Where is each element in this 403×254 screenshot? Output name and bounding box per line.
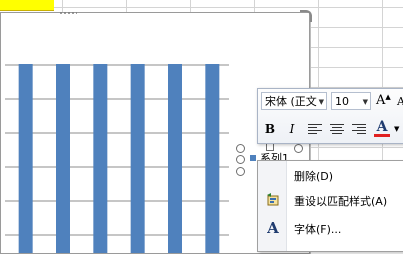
font-color-button[interactable]: A — [374, 119, 390, 139]
font-color-icon: A — [376, 119, 388, 135]
legend-color-key — [250, 155, 256, 161]
bar[interactable] — [18, 64, 33, 253]
font-icon: A — [267, 219, 279, 237]
bar[interactable] — [56, 64, 70, 253]
menu-item-font[interactable]: A 字体(F)... — [258, 217, 403, 239]
bar[interactable] — [130, 64, 145, 253]
legend-handle-ml[interactable] — [236, 155, 245, 164]
menu-item-reset-style[interactable]: 重设以匹配样式(A) — [258, 189, 403, 211]
bar[interactable] — [93, 64, 108, 253]
mini-toolbar: 宋体 (正文 ▼ 10 ▼ A▲ A B I A ▼ — [257, 88, 403, 144]
legend-handle-bl[interactable] — [236, 167, 245, 176]
grow-font-icon[interactable]: A▲ — [376, 93, 391, 108]
align-right-icon[interactable] — [352, 124, 366, 135]
selected-cell[interactable] — [0, 0, 54, 11]
bar[interactable] — [205, 64, 220, 253]
font-size-select[interactable]: 10 ▼ — [331, 92, 371, 110]
font-size-value: 10 — [335, 95, 349, 108]
font-name-select[interactable]: 宋体 (正文 ▼ — [261, 92, 327, 110]
legend-handle-tr[interactable] — [294, 144, 303, 153]
menu-item-label: 重设以匹配样式(A) — [294, 195, 388, 208]
align-center-icon[interactable] — [330, 124, 344, 135]
chevron-down-icon[interactable]: ▼ — [394, 125, 399, 133]
bold-button[interactable]: B — [262, 120, 278, 138]
chevron-down-icon: ▼ — [318, 98, 324, 106]
align-left-icon[interactable] — [308, 124, 322, 135]
reset-style-icon — [265, 192, 281, 208]
italic-button[interactable]: I — [284, 120, 300, 138]
chevron-down-icon: ▼ — [362, 98, 368, 106]
shrink-font-icon[interactable]: A — [397, 95, 403, 108]
legend-handle-tl[interactable] — [236, 144, 245, 153]
menu-item-label: 删除(D) — [294, 170, 334, 183]
font-name-value: 宋体 (正文 — [265, 95, 317, 108]
context-menu: 删除(D) 重设以匹配样式(A) A 字体(F)... — [257, 160, 403, 252]
grow-font-label: A — [376, 93, 386, 108]
bar[interactable] — [168, 64, 182, 253]
menu-item-label: 字体(F)... — [294, 223, 342, 236]
menu-item-delete[interactable]: 删除(D) — [258, 164, 403, 186]
